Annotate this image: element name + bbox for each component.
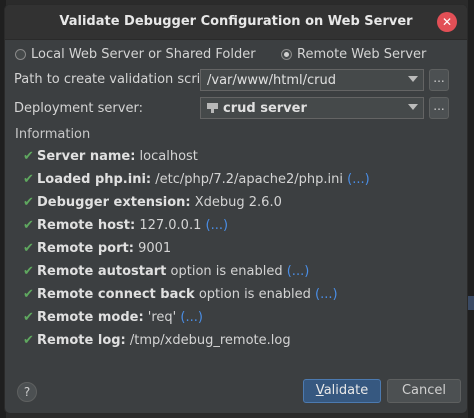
info-item-key: Loaded php.ini: — [37, 172, 152, 187]
info-item-link[interactable]: (...) — [180, 310, 203, 325]
info-item-value: /etc/php/7.2/apache2/php.ini — [151, 172, 348, 187]
check-icon: ✔ — [23, 310, 34, 325]
info-item-key: Remote autostart — [37, 264, 167, 279]
check-icon: ✔ — [23, 149, 34, 164]
deployment-browse-button[interactable]: ... — [429, 97, 449, 119]
radio-label: Local Web Server or Shared Folder — [31, 47, 256, 62]
info-item-value: Xdebug 2.6.0 — [190, 195, 282, 210]
deployment-combo[interactable]: crud server — [200, 97, 424, 119]
check-icon: ✔ — [23, 195, 34, 210]
path-value: /var/www/html/crud — [207, 73, 337, 88]
info-item-key: Remote port: — [37, 241, 134, 256]
info-item-value: 127.0.0.1 — [135, 218, 206, 233]
info-item-value: localhost — [135, 149, 198, 164]
info-item-value: option is enabled — [166, 264, 287, 279]
check-icon: ✔ — [23, 287, 34, 302]
info-item-link[interactable]: (...) — [206, 218, 229, 233]
chevron-down-icon — [408, 76, 418, 82]
validate-debugger-dialog: Validate Debugger Configuration on Web S… — [4, 4, 468, 414]
info-item-key: Remote host: — [37, 218, 136, 233]
dialog-title: Validate Debugger Configuration on Web S… — [59, 14, 413, 29]
info-item-value: 'req' — [143, 310, 181, 325]
info-item-key: Remote connect back — [37, 287, 195, 302]
info-item-link[interactable]: (...) — [315, 287, 338, 302]
info-item-key: Debugger extension: — [37, 195, 191, 210]
info-item-value: 9001 — [133, 241, 172, 256]
info-item-value: option is enabled — [194, 287, 316, 302]
dialog-titlebar: Validate Debugger Configuration on Web S… — [5, 5, 467, 40]
validate-label: alidate — [323, 383, 369, 398]
path-combo[interactable]: /var/www/html/crud — [200, 69, 424, 91]
background-window-right — [468, 0, 474, 418]
server-type-radio-group: Local Web Server or Shared Folder Remote… — [15, 47, 457, 67]
path-browse-button[interactable]: ... — [429, 69, 449, 91]
check-icon: ✔ — [23, 172, 34, 187]
cancel-button[interactable]: Cancel — [387, 379, 461, 403]
radio-circle — [281, 49, 292, 60]
help-button[interactable]: ? — [17, 382, 37, 402]
check-icon: ✔ — [23, 264, 34, 279]
info-item-key: Server name: — [37, 149, 136, 164]
close-button[interactable]: ✕ — [437, 12, 457, 32]
radio-local-web-server[interactable]: Local Web Server or Shared Folder — [15, 47, 256, 62]
validate-button[interactable]: Validate — [303, 379, 381, 403]
check-icon: ✔ — [23, 241, 34, 256]
close-icon: ✕ — [441, 15, 453, 29]
info-item-link[interactable]: (...) — [287, 264, 310, 279]
info-item-link[interactable]: (...) — [347, 172, 370, 187]
deployment-value: crud server — [223, 101, 307, 116]
check-icon: ✔ — [23, 218, 34, 233]
info-item-key: Remote mode: — [37, 310, 144, 325]
info-item-value: /tmp/xdebug_remote.log — [125, 333, 291, 348]
check-icon: ✔ — [23, 333, 34, 348]
background-selection — [468, 296, 474, 310]
radio-circle — [15, 49, 26, 60]
server-icon — [207, 103, 218, 113]
chevron-down-icon — [408, 104, 418, 110]
radio-label: Remote Web Server — [297, 47, 427, 62]
radio-remote-web-server[interactable]: Remote Web Server — [281, 47, 426, 62]
validate-mnemonic: V — [315, 383, 324, 398]
deployment-label: Deployment server: — [14, 101, 143, 116]
path-label: Path to create validation script: — [14, 72, 219, 87]
information-header: Information — [15, 127, 91, 142]
info-item-key: Remote log: — [37, 333, 126, 348]
